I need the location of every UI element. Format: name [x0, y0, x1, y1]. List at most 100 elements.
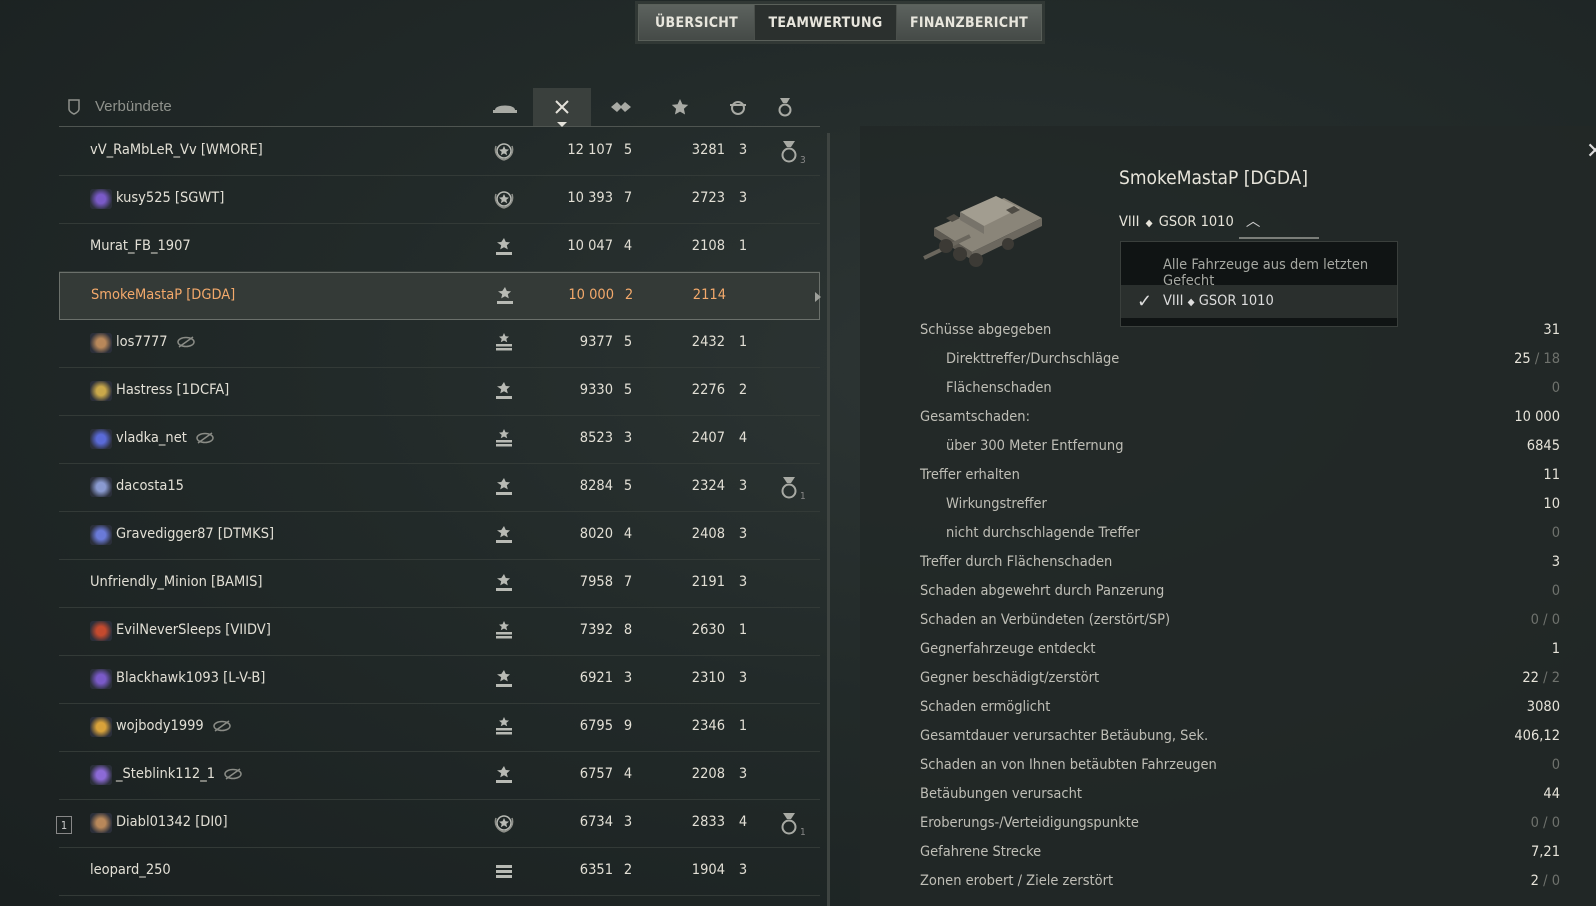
damage-value: 7392: [579, 622, 613, 638]
player-name: wojbody1999: [116, 718, 232, 734]
kills-value: 2: [624, 287, 634, 303]
player-row[interactable]: los7777 9377 5 2432 1: [59, 320, 820, 368]
rank-badge-icon: [493, 428, 515, 450]
stat-value: 0 / 0: [1531, 815, 1560, 831]
player-row[interactable]: SmokeMastaP [DGDA] 10 000 2 2114: [59, 272, 821, 320]
dropdown-option-selected[interactable]: ✓ VIII ◆ GSOR 1010: [1121, 285, 1397, 318]
player-row[interactable]: kusy525 [SGWT] 10 393 7 2723 3: [59, 176, 820, 224]
vehicle-class-icon: ◆: [1145, 218, 1153, 229]
stat-value-main: 10 000: [1514, 409, 1560, 425]
stat-label: Gegnerfahrzeuge entdeckt: [920, 641, 1096, 657]
stat-value-secondary: 0: [1551, 873, 1560, 889]
tank-image: [923, 196, 1042, 267]
frags-value: 1: [738, 718, 748, 734]
rank-badge-icon: [494, 285, 516, 307]
stat-value-main: 2: [1530, 873, 1539, 889]
player-row[interactable]: 1 Diabl01342 [DI0] 6734 3 2833 4 1: [56, 800, 820, 848]
medal-count: 1: [800, 491, 806, 502]
xp-value: 2833: [691, 814, 725, 830]
scrollbar[interactable]: [827, 133, 830, 906]
stat-value-main: 0: [1551, 380, 1560, 396]
kills-value: 5: [623, 382, 633, 398]
damage-value: 6734: [579, 814, 613, 830]
stat-row: Gegner beschädigt/zerstört 22 / 2: [920, 664, 1560, 693]
stat-value: 6845: [1527, 438, 1560, 454]
xp-value: 2276: [691, 382, 725, 398]
stat-row: Eroberungs-/Verteidigungspunkte 0 / 0: [920, 809, 1560, 838]
player-row[interactable]: Murat_FB_1907 10 047 4 2108 1: [59, 224, 820, 272]
medal-column-header[interactable]: [756, 88, 814, 126]
stat-label: Wirkungstreffer: [946, 496, 1047, 512]
stat-label: Treffer durch Flächenschaden: [920, 554, 1113, 570]
player-name: vladka_net: [116, 430, 215, 446]
clan-emblem-icon: [90, 333, 112, 353]
rank-badge-icon: [493, 188, 515, 210]
player-name-text: SmokeMastaP [DGDA]: [91, 287, 236, 303]
damage-column-header[interactable]: [533, 88, 591, 127]
hidden-eye-icon: [176, 336, 195, 348]
player-name-text: Blackhawk1093 [L-V-B]: [116, 670, 266, 686]
player-name-text: _Steblink112_1: [116, 766, 216, 782]
medal-icon: [781, 141, 797, 163]
player-name: SmokeMastaP [DGDA]: [91, 287, 235, 303]
player-name: Hastress [1DCFA]: [116, 382, 229, 398]
chevron-up-icon: ︿: [1245, 214, 1261, 230]
player-row[interactable]: wojbody1999 6795 9 2346 1: [59, 704, 820, 752]
stats-list: Schüsse abgegeben 31 Direkttreffer/Durchsc…: [920, 316, 1560, 896]
tab-team-rating[interactable]: TEAMWERTUNG: [755, 5, 897, 40]
shield-icon: [68, 99, 80, 115]
rank-column-header[interactable]: [476, 88, 534, 126]
xp-value: 2432: [691, 334, 725, 350]
vehicle-tier: VIII: [1119, 214, 1140, 230]
stat-label: Eroberungs-/Verteidigungspunkte: [920, 815, 1139, 831]
clan-emblem-icon: [90, 381, 112, 401]
damage-value: 6757: [579, 766, 613, 782]
stat-value: 1: [1552, 641, 1560, 657]
player-row[interactable]: Unfriendly_Minion [BAMIS] 7958 7 2191 3: [59, 560, 820, 608]
stat-row: über 300 Meter Entfernung 6845: [920, 432, 1560, 461]
vehicle-class-icon: ◆: [1187, 297, 1195, 308]
player-row[interactable]: Blackhawk1093 [L-V-B] 6921 3 2310 3: [59, 656, 820, 704]
stat-value: 25 / 18: [1514, 351, 1560, 367]
stat-label: Gesamtdauer verursachter Betäubung, Sek.: [920, 728, 1209, 744]
player-row[interactable]: Gravedigger87 [DTMKS] 8020 4 2408 3: [59, 512, 820, 560]
stat-value: 22 / 2: [1522, 670, 1560, 686]
xp-value: 2208: [691, 766, 725, 782]
vehicle-selector[interactable]: VIII ◆ GSOR 1010 ︿: [1119, 210, 1260, 231]
frags-value: 4: [738, 814, 748, 830]
player-row[interactable]: vladka_net 8523 3 2407 4: [59, 416, 820, 464]
player-name-text: los7777: [116, 334, 168, 350]
damage-value: 6921: [579, 670, 613, 686]
xp-value: 2630: [691, 622, 725, 638]
stat-value-main: 10: [1543, 496, 1560, 512]
stat-row: Gegnerfahrzeuge entdeckt 1: [920, 635, 1560, 664]
stat-row: nicht durchschlagende Treffer 0: [920, 519, 1560, 548]
xp-column-header[interactable]: [651, 88, 709, 126]
stat-value-main: 1: [1551, 641, 1560, 657]
tab-overview[interactable]: ÜBERSICHT: [639, 5, 755, 40]
player-row[interactable]: _Steblink112_1 6757 4 2208 3: [59, 752, 820, 800]
clan-emblem-icon: [90, 477, 112, 497]
xp-value: 3281: [691, 142, 725, 158]
stat-value-main: 0: [1551, 525, 1560, 541]
damage-value: 8523: [579, 430, 613, 446]
tab-financial-report[interactable]: FINANZBERICHT: [897, 5, 1041, 40]
player-row[interactable]: vV_RaMbLeR_Vv [WMORE] 12 107 5 3281 3 3: [59, 128, 820, 176]
kills-column-header[interactable]: [592, 88, 650, 126]
player-name: dacosta15: [116, 478, 184, 494]
player-name: Diabl01342 [DI0]: [116, 814, 228, 830]
player-row[interactable]: Hastress [1DCFA] 9330 5 2276 2: [59, 368, 820, 416]
kills-value: 5: [623, 142, 633, 158]
xp-icon: [671, 99, 689, 115]
player-row[interactable]: dacosta15 8284 5 2324 3 1: [59, 464, 820, 512]
clan-emblem-icon: [90, 717, 112, 737]
spotted-icon: [730, 101, 746, 115]
player-row[interactable]: leopard_250 6351 2 1904 3: [59, 848, 820, 896]
frags-value: 3: [738, 478, 748, 494]
stat-label: Schaden abgewehrt durch Panzerung: [920, 583, 1165, 599]
close-icon[interactable]: ✕: [1586, 138, 1596, 164]
player-row[interactable]: EvilNeverSleeps [VIIDV] 7392 8 2630 1: [59, 608, 820, 656]
player-name-text: wojbody1999: [116, 718, 204, 734]
stat-row: Schaden ermöglicht 3080: [920, 693, 1560, 722]
stat-label: über 300 Meter Entfernung: [946, 438, 1124, 454]
